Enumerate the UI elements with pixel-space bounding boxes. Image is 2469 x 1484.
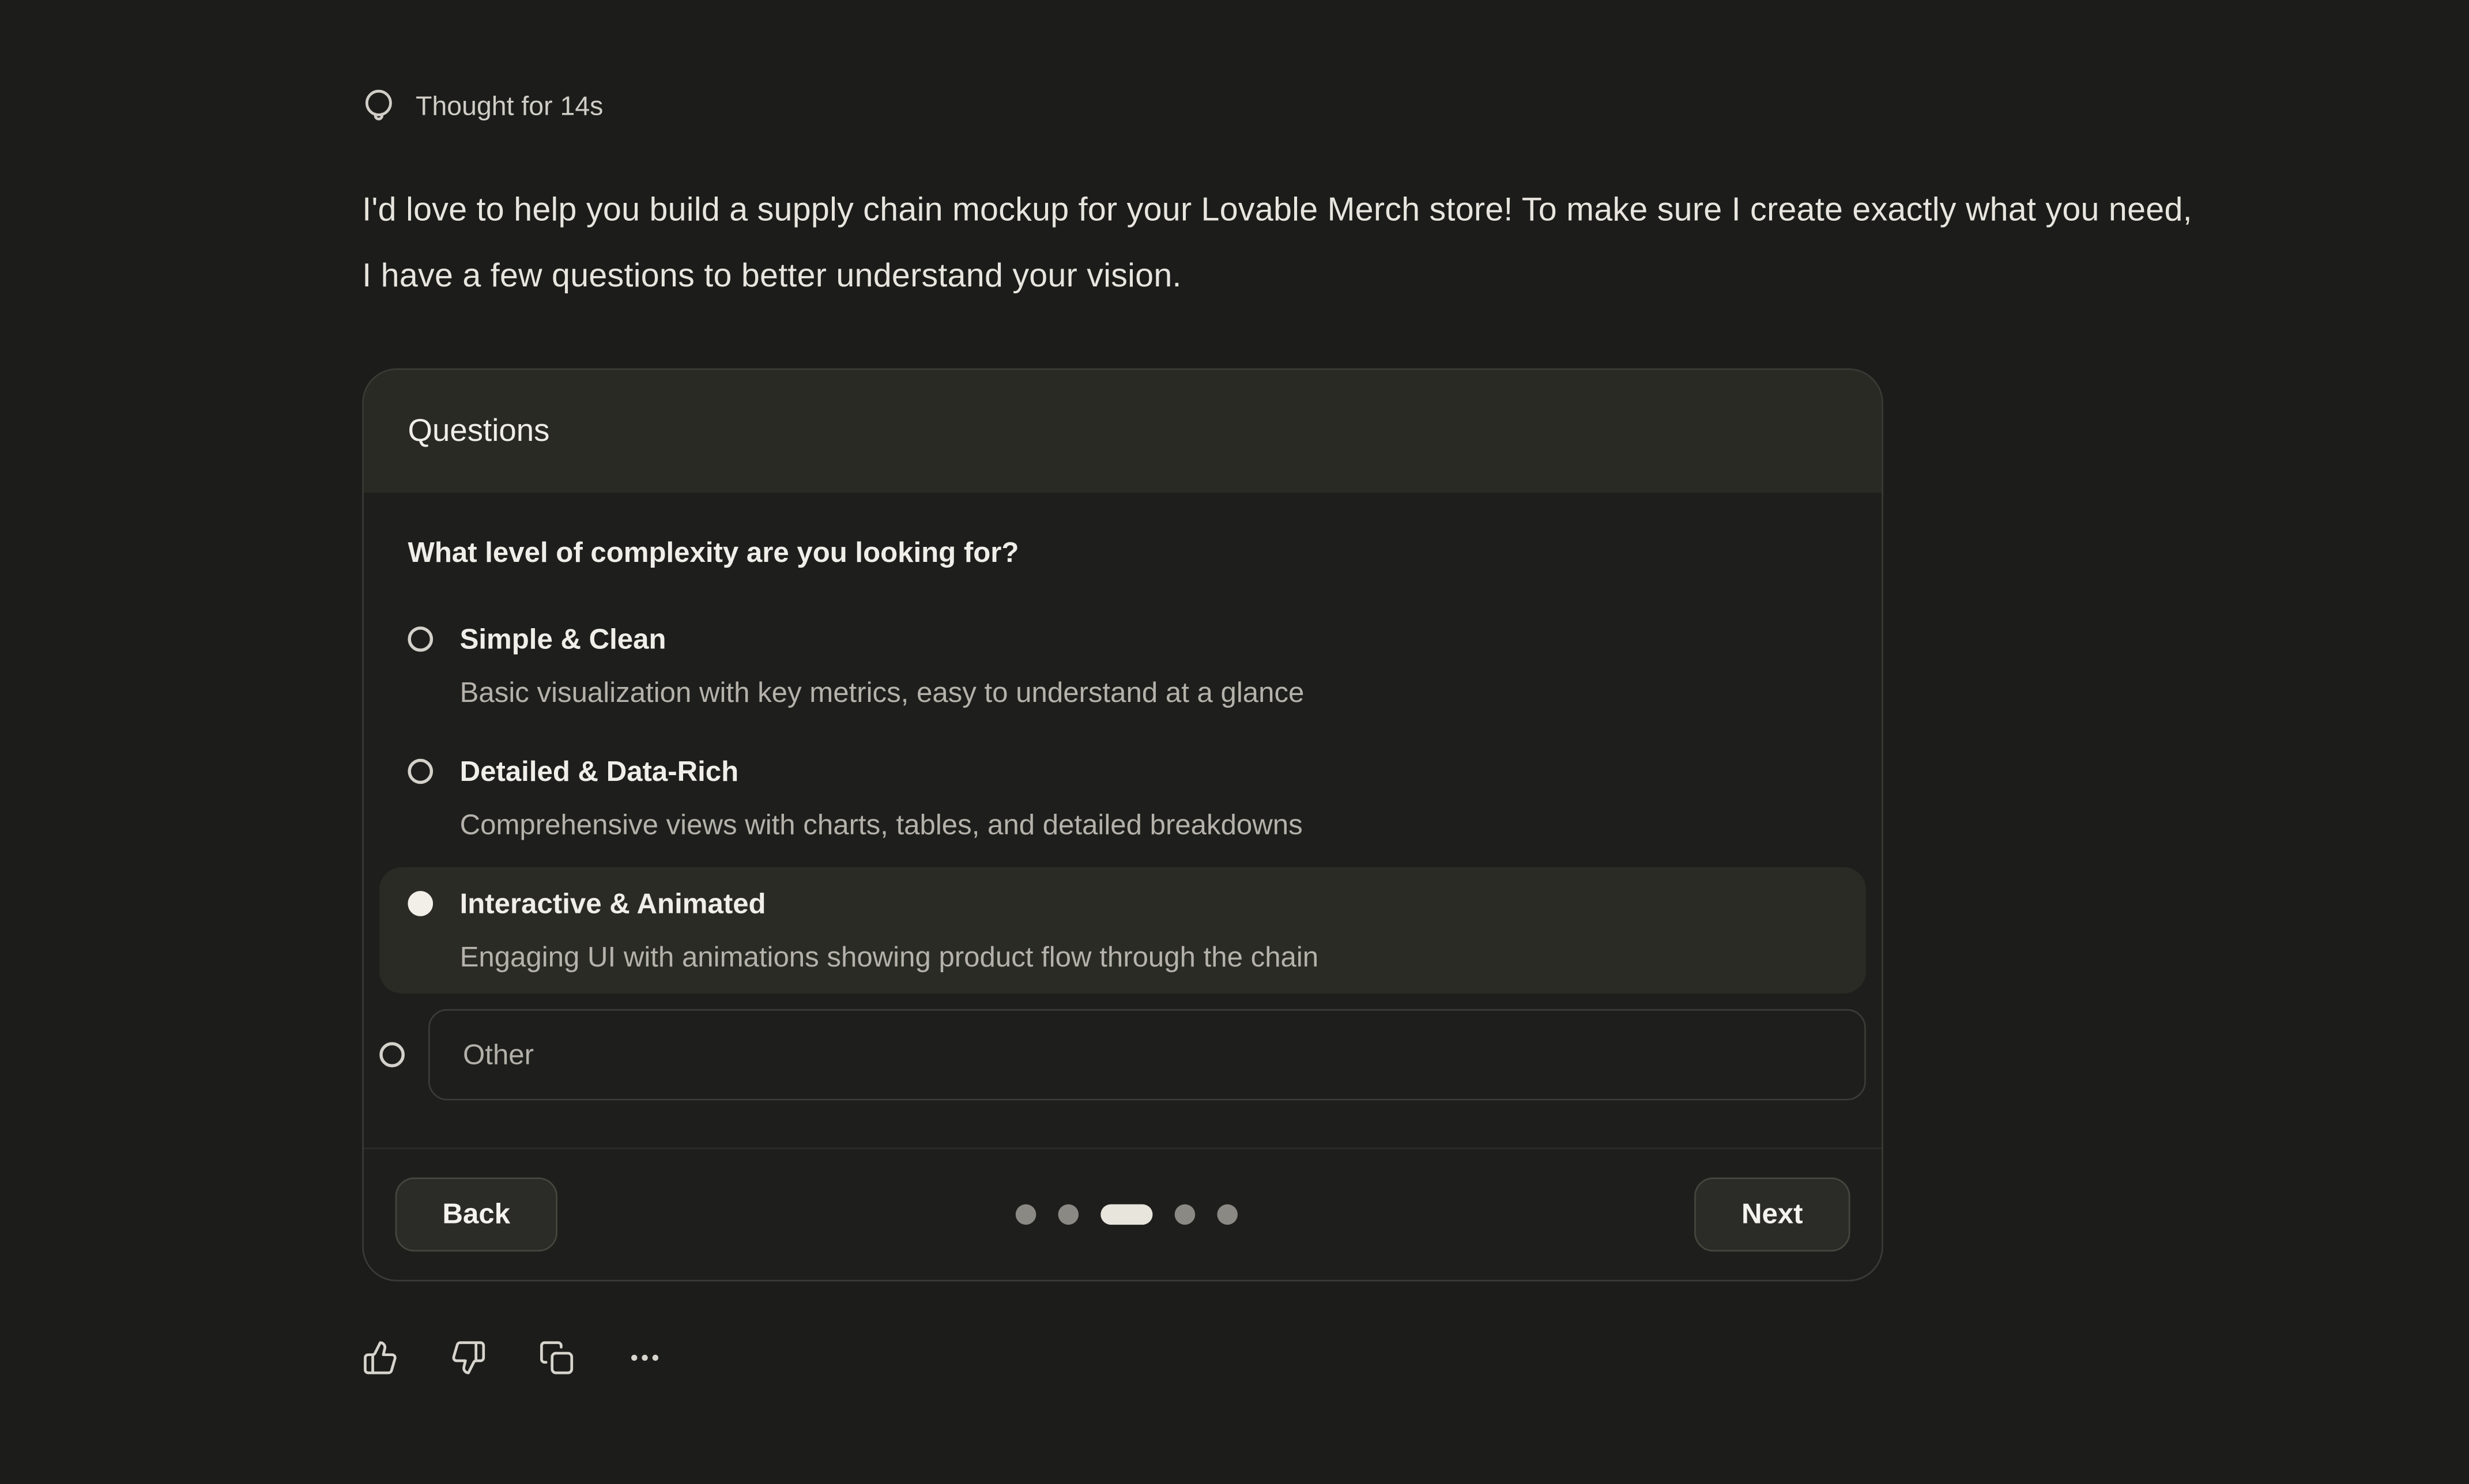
assistant-message-text: I'd love to help you build a supply chai…: [362, 178, 2204, 310]
card-body: What level of complexity are you looking…: [364, 493, 1882, 1147]
copy-button[interactable]: [538, 1340, 575, 1376]
card-header: Questions: [364, 370, 1882, 493]
option-label: Detailed & Data-Rich: [460, 753, 1303, 791]
card-footer: Back Next: [364, 1147, 1882, 1279]
radio-icon: [408, 891, 433, 916]
option-description: Engaging UI with animations showing prod…: [460, 938, 1319, 976]
pagination-dot-active: [1100, 1204, 1152, 1225]
pagination-dots: [1015, 1204, 1237, 1225]
option-row-simple-clean[interactable]: Simple & Clean Basic visualization with …: [379, 603, 1866, 729]
radio-icon: [379, 1042, 405, 1067]
radio-icon: [408, 759, 433, 784]
option-label: Simple & Clean: [460, 620, 1305, 658]
question-text: What level of complexity are you looking…: [408, 534, 1837, 572]
pagination-dot: [1015, 1204, 1035, 1225]
option-label: Interactive & Animated: [460, 885, 1319, 923]
thumbs-down-icon: [450, 1340, 487, 1376]
copy-icon: [538, 1340, 575, 1376]
questions-card: Questions What level of complexity are y…: [362, 368, 1883, 1281]
option-description: Basic visualization with key metrics, ea…: [460, 674, 1305, 712]
options-list: Simple & Clean Basic visualization with …: [379, 603, 1866, 1104]
chat-response-view: Thought for 14s I'd love to help you bui…: [0, 0, 2469, 1484]
thumbs-down-button[interactable]: [450, 1340, 487, 1376]
option-row-detailed-data-rich[interactable]: Detailed & Data-Rich Comprehensive views…: [379, 735, 1866, 862]
lightbulb-icon: [362, 86, 395, 129]
more-options-button[interactable]: [627, 1340, 663, 1376]
thinking-summary[interactable]: Thought for 14s: [362, 85, 2469, 129]
pagination-dot: [1174, 1204, 1194, 1225]
assistant-message: Thought for 14s I'd love to help you bui…: [0, 0, 2469, 1376]
message-actions: [362, 1340, 2469, 1376]
pagination-dot: [1057, 1204, 1078, 1225]
radio-icon: [408, 626, 433, 652]
pagination-dot: [1216, 1204, 1237, 1225]
option-row-interactive-animated[interactable]: Interactive & Animated Engaging UI with …: [379, 867, 1866, 994]
card-title: Questions: [408, 414, 549, 448]
ellipsis-icon: [627, 1340, 663, 1376]
thumbs-up-icon: [362, 1340, 398, 1376]
back-button[interactable]: Back: [395, 1177, 557, 1251]
option-row-other[interactable]: [362, 1009, 1883, 1100]
next-button[interactable]: Next: [1694, 1177, 1850, 1251]
option-description: Comprehensive views with charts, tables,…: [460, 806, 1303, 844]
other-input[interactable]: [428, 1009, 1866, 1100]
thinking-label: Thought for 14s: [416, 91, 603, 123]
thumbs-up-button[interactable]: [362, 1340, 398, 1376]
